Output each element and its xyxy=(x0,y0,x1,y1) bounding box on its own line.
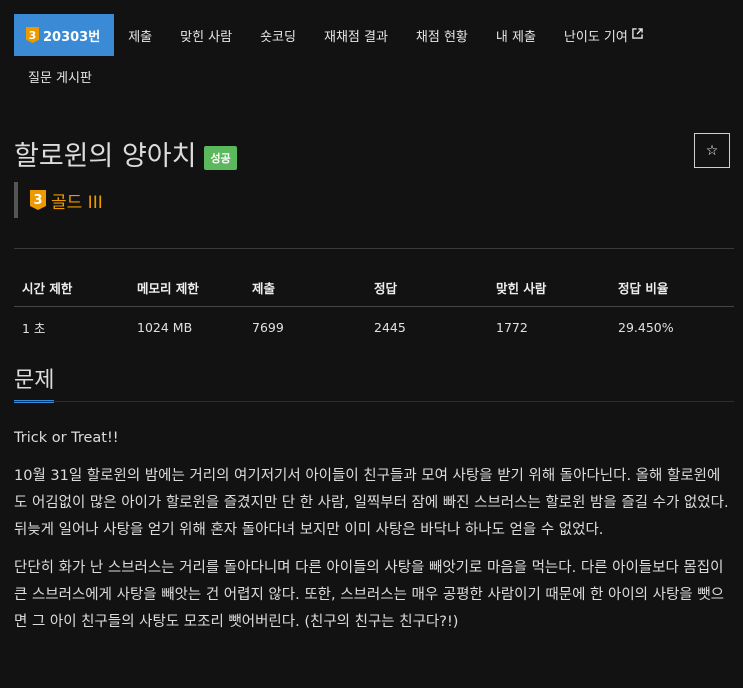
stats-value-row: 1 초 1024 MB 7699 2445 1772 29.450% xyxy=(14,307,734,348)
star-icon: ☆ xyxy=(705,142,719,159)
memory-limit-value: 1024 MB xyxy=(137,319,193,335)
problem-tier: 3 골드 III xyxy=(14,182,103,218)
tab-problem[interactable]: 3 20303번 xyxy=(14,14,115,56)
problem-nav: 3 20303번 제출 맞힌 사람 숏코딩 재채점 결과 채점 현황 내 제출 … xyxy=(14,14,730,96)
tier-name: 골드 III xyxy=(51,192,103,213)
problem-description: Trick or Treat!! 10월 31일 할로윈의 밤에는 거리의 여기… xyxy=(14,425,732,647)
gold-tier-icon: 3 xyxy=(30,190,46,210)
problem-number: 20303번 xyxy=(43,29,101,45)
problem-stats-table: 시간 제한 메모리 제한 제출 정답 맞힌 사람 정답 비율 1 초 1024 … xyxy=(14,268,734,347)
tab-judge-status[interactable]: 채점 현황 xyxy=(402,14,482,56)
tab-difficulty-label: 난이도 기여 xyxy=(563,29,628,45)
external-link-icon xyxy=(632,28,643,42)
accepted-value: 2445 xyxy=(374,319,406,335)
problem-title: 할로윈의 양아치 xyxy=(14,141,197,172)
tab-submit[interactable]: 제출 xyxy=(114,14,166,56)
stats-header-row: 시간 제한 메모리 제한 제출 정답 맞힌 사람 정답 비율 xyxy=(14,268,734,307)
header-time-limit: 시간 제한 xyxy=(14,268,129,307)
description-paragraph: 단단히 화가 난 스브러스는 거리를 돌아다니며 다른 아이들의 사탕을 빼앗기… xyxy=(14,560,724,630)
tab-question-board[interactable]: 질문 게시판 xyxy=(14,55,106,97)
time-limit-value: 1 초 xyxy=(22,320,46,336)
header-accepted: 정답 xyxy=(366,268,488,307)
description-paragraph: Trick or Treat!! xyxy=(14,430,119,446)
tab-short-coding[interactable]: 숏코딩 xyxy=(246,14,310,56)
header-solved-users: 맞힌 사람 xyxy=(488,268,610,307)
header-memory-limit: 메모리 제한 xyxy=(129,268,244,307)
divider xyxy=(14,248,734,249)
header-accept-rate: 정답 비율 xyxy=(610,268,734,307)
favorite-star-button[interactable]: ☆ xyxy=(694,133,730,168)
tab-difficulty-contribution[interactable]: 난이도 기여 xyxy=(550,14,657,56)
header-submissions: 제출 xyxy=(244,268,366,307)
tab-rejudge-results[interactable]: 재채점 결과 xyxy=(310,14,402,56)
problem-header: 할로윈의 양아치 성공 xyxy=(14,134,237,173)
submissions-value: 7699 xyxy=(252,319,284,335)
gold-tier-icon: 3 xyxy=(26,27,39,43)
result-badge: 성공 xyxy=(204,145,237,170)
accept-rate-value: 29.450% xyxy=(618,319,674,335)
description-paragraph: 10월 31일 할로윈의 밤에는 거리의 여기저기서 아이들이 친구들과 모여 … xyxy=(14,468,729,538)
solved-users-value: 1772 xyxy=(496,319,528,335)
section-title-problem: 문제 xyxy=(14,362,55,403)
tab-my-submissions[interactable]: 내 제출 xyxy=(482,14,550,56)
tab-solved-users[interactable]: 맞힌 사람 xyxy=(166,14,246,56)
section-divider xyxy=(14,401,734,402)
